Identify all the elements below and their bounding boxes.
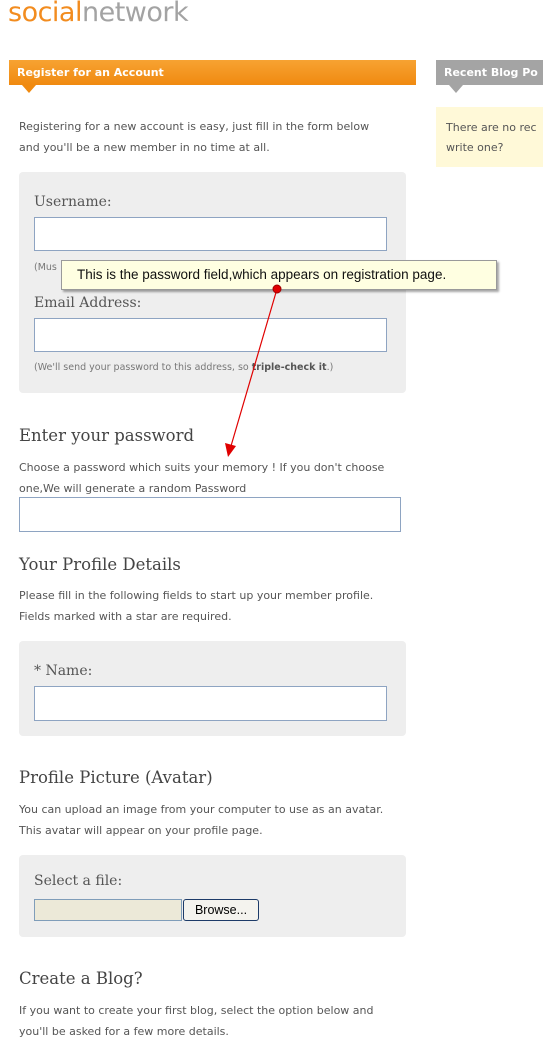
annotation-arrow [225, 284, 282, 457]
annotation-arrow-line [230, 288, 278, 447]
annotation-arrow-head [225, 443, 236, 457]
annotation-anchor-dot [272, 284, 282, 294]
